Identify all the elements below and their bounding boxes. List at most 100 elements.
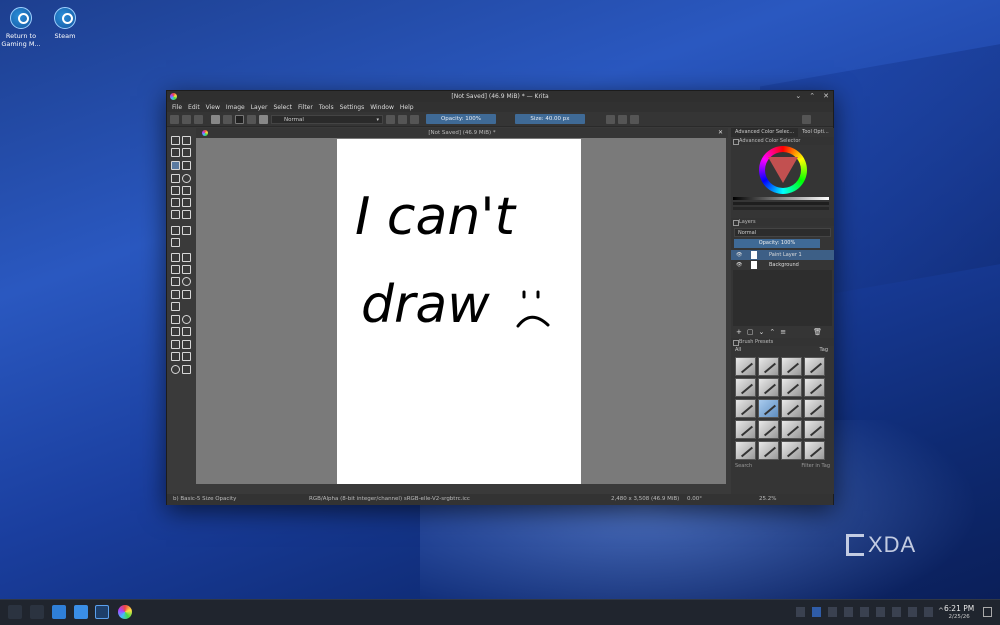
opacity-slider[interactable]: Opacity: 100% xyxy=(426,114,496,124)
wifi-icon[interactable] xyxy=(908,607,917,617)
measure-tool-icon[interactable] xyxy=(182,290,191,299)
color-swap-icon[interactable] xyxy=(235,114,244,124)
duplicate-layer-icon[interactable]: ▢ xyxy=(747,326,754,338)
tab-advanced-color-selector[interactable]: Advanced Color Selec... xyxy=(731,128,799,137)
clock[interactable]: 6:21 PM 2/25/26 xyxy=(944,604,974,622)
ellipse-tool-icon[interactable] xyxy=(182,174,191,183)
color-picker-icon[interactable] xyxy=(182,253,191,262)
canvas-area[interactable]: I can't draw xyxy=(196,138,726,484)
add-layer-icon[interactable]: + xyxy=(736,326,742,338)
volume-icon[interactable] xyxy=(892,607,901,617)
status-color-space[interactable]: RGB/Alpha (8-bit integer/channel) sRGB-e… xyxy=(309,494,470,505)
menu-view[interactable]: View xyxy=(206,104,220,111)
brush-preset[interactable] xyxy=(758,357,779,376)
text-tool-icon[interactable] xyxy=(182,136,191,145)
freehand-path-icon[interactable] xyxy=(182,198,191,207)
colorize-mask-icon[interactable] xyxy=(182,265,191,274)
pattern-icon[interactable] xyxy=(223,114,232,124)
task-manager-icon[interactable] xyxy=(30,605,44,619)
layer-row[interactable]: 👁 Background xyxy=(731,260,834,270)
menu-settings[interactable]: Settings xyxy=(340,104,365,111)
blend-mode-select[interactable]: Normal xyxy=(271,114,383,124)
clipboard-icon[interactable] xyxy=(844,607,853,617)
status-rotation[interactable]: 0.00° xyxy=(687,494,702,505)
menu-select[interactable]: Select xyxy=(273,104,292,111)
reference-tool-icon[interactable] xyxy=(171,302,180,311)
open-document-icon[interactable] xyxy=(182,114,191,124)
brush-preset[interactable] xyxy=(781,441,802,460)
freehand-select-icon[interactable] xyxy=(182,327,191,336)
brush-preset[interactable] xyxy=(735,420,756,439)
dynamic-brush-icon[interactable] xyxy=(171,210,180,219)
edit-shapes-icon[interactable] xyxy=(171,148,180,157)
canvas-page[interactable]: I can't draw xyxy=(337,139,581,484)
tab-tool-options[interactable]: Tool Opti... xyxy=(798,128,833,137)
wrap-around-icon[interactable] xyxy=(630,114,639,124)
close-document-icon[interactable]: ✕ xyxy=(718,128,723,138)
brush-preset[interactable] xyxy=(804,420,825,439)
brush-preset[interactable] xyxy=(804,441,825,460)
menu-help[interactable]: Help xyxy=(400,104,414,111)
polygon-tool-icon[interactable] xyxy=(171,186,180,195)
filter-in-tag-checkbox[interactable]: Filter in Tag xyxy=(801,462,830,471)
brush-preset[interactable] xyxy=(735,399,756,418)
move-up-icon[interactable]: ⌃ xyxy=(769,326,775,338)
freehand-brush-icon[interactable] xyxy=(171,161,180,170)
bezier-tool-icon[interactable] xyxy=(171,198,180,207)
crop-tool-icon[interactable] xyxy=(171,226,180,235)
brush-preset[interactable] xyxy=(804,378,825,397)
fill-tool-icon[interactable] xyxy=(171,277,180,286)
brush-preset[interactable] xyxy=(781,378,802,397)
contiguous-select-icon[interactable] xyxy=(171,340,180,349)
transform-tool-icon[interactable] xyxy=(171,238,180,247)
discover-icon[interactable] xyxy=(52,605,66,619)
color-triangle[interactable] xyxy=(768,157,798,183)
pan-tool-icon[interactable] xyxy=(182,365,191,374)
multibrush-icon[interactable] xyxy=(182,210,191,219)
brush-preset[interactable] xyxy=(758,420,779,439)
status-brush-name[interactable]: b) Basic-5 Size Opacity xyxy=(173,494,236,505)
color-history-bar[interactable] xyxy=(733,202,829,205)
krita-taskbar-icon[interactable] xyxy=(118,605,132,619)
assistant-tool-icon[interactable] xyxy=(171,290,180,299)
brush-preset-icon[interactable] xyxy=(259,114,268,124)
visibility-icon[interactable]: 👁 xyxy=(736,260,742,270)
window-titlebar[interactable]: [Not Saved] (46.9 MiB) * — Krita ⌄ ⌃ ✕ xyxy=(167,91,833,102)
layer-properties-icon[interactable]: ≡ xyxy=(780,326,786,338)
delete-layer-icon[interactable]: 🗑 xyxy=(813,326,822,338)
gradient-icon[interactable] xyxy=(211,114,220,124)
reload-preset-icon[interactable] xyxy=(410,114,419,124)
menu-edit[interactable]: Edit xyxy=(188,104,200,111)
layer-blend-select[interactable]: Normal xyxy=(734,228,831,237)
device-icon[interactable] xyxy=(860,607,869,617)
file-manager-icon[interactable] xyxy=(74,605,88,619)
menu-layer[interactable]: Layer xyxy=(251,104,268,111)
advanced-color-selector[interactable] xyxy=(731,145,834,218)
menu-image[interactable]: Image xyxy=(226,104,245,111)
select-shape-icon[interactable] xyxy=(171,136,180,145)
menu-file[interactable]: File xyxy=(172,104,182,111)
ai-assistant-icon[interactable] xyxy=(796,607,805,617)
move-tool-icon[interactable] xyxy=(182,226,191,235)
show-desktop-icon[interactable] xyxy=(983,607,992,617)
battery-icon[interactable] xyxy=(924,607,933,617)
brush-preset[interactable] xyxy=(735,378,756,397)
status-zoom[interactable]: 25.2% xyxy=(759,494,776,505)
brush-preset[interactable] xyxy=(781,399,802,418)
maximize-icon[interactable]: ⌃ xyxy=(809,92,815,100)
layer-row[interactable]: 👁 Paint Layer 1 xyxy=(731,250,834,260)
polygon-select-icon[interactable] xyxy=(171,327,180,336)
menu-tools[interactable]: Tools xyxy=(319,104,334,111)
move-down-icon[interactable]: ⌄ xyxy=(759,326,765,338)
brush-tag-select[interactable]: Tag xyxy=(820,346,828,355)
brush-filter-select[interactable]: All xyxy=(735,346,741,355)
minimize-icon[interactable]: ⌄ xyxy=(795,92,801,100)
brush-search-input[interactable]: Search xyxy=(735,462,752,471)
discord-icon[interactable] xyxy=(812,607,821,617)
new-document-icon[interactable] xyxy=(170,114,179,124)
calligraphy-icon[interactable] xyxy=(182,148,191,157)
steam-tray-icon[interactable] xyxy=(828,607,837,617)
bezier-select-icon[interactable] xyxy=(171,352,180,361)
document-tab[interactable]: [Not Saved] (46.9 MiB) * ✕ xyxy=(196,128,728,138)
steam-taskbar-icon[interactable] xyxy=(95,605,109,619)
